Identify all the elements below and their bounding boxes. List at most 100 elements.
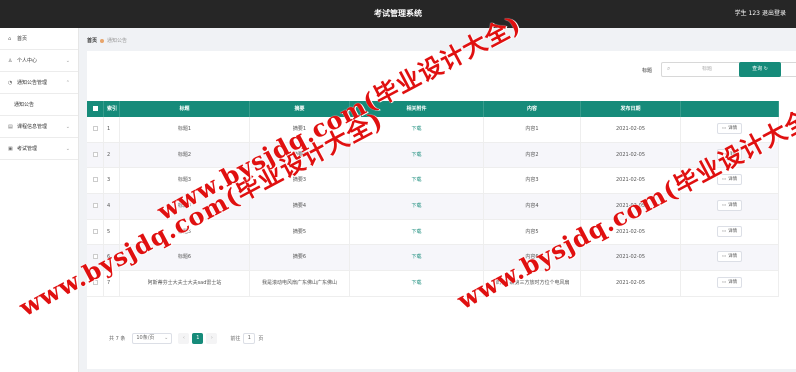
- detail-button-label: 详情: [728, 203, 738, 209]
- detail-button[interactable]: ▭ 详情: [716, 251, 743, 263]
- refresh-icon: ↻: [763, 66, 768, 72]
- row-checkbox-cell: [87, 271, 104, 296]
- cell-index: 5: [104, 219, 120, 245]
- cell-operation: ▭ 详情: [681, 245, 779, 271]
- select-all-checkbox[interactable]: [92, 106, 98, 111]
- col-date: 发布日期: [581, 101, 681, 117]
- cell-summary: 摘要6: [250, 245, 350, 271]
- document-icon: ▭: [721, 177, 727, 183]
- cell-index: 6: [104, 245, 120, 271]
- bell-icon: ◔: [8, 80, 13, 86]
- row-checkbox[interactable]: [92, 177, 98, 183]
- col-content: 内容: [484, 101, 581, 117]
- logout-button[interactable]: 退出登录: [762, 0, 786, 28]
- row-checkbox[interactable]: [92, 151, 98, 157]
- select-all-checkbox-cell: [87, 101, 104, 117]
- cell-operation: ▭ 详情: [681, 194, 779, 219]
- download-link[interactable]: 下载: [411, 280, 421, 286]
- query-button[interactable]: 查询 ↻: [739, 62, 781, 77]
- cell-attachment: 下载: [350, 219, 484, 245]
- detail-button[interactable]: ▭ 详情: [716, 174, 743, 186]
- sidebar-item-label: 课程信息管理: [17, 124, 48, 130]
- download-link[interactable]: 下载: [411, 177, 421, 183]
- download-link[interactable]: 下载: [411, 203, 421, 209]
- sidebar-item-profile[interactable]: ♙ 个人中心 ⌄: [0, 50, 78, 72]
- cell-title: 标题6: [120, 245, 250, 271]
- sidebar-item-label: 首页: [17, 36, 28, 42]
- page-size-select[interactable]: 10条/页 ⌄: [132, 332, 173, 344]
- book-icon: ▤: [8, 124, 13, 130]
- sidebar-item-label: 个人中心: [17, 58, 38, 64]
- row-checkbox[interactable]: [92, 203, 98, 209]
- document-icon: ▭: [721, 254, 727, 260]
- row-checkbox[interactable]: [92, 228, 98, 234]
- search-icon: ⌕: [667, 65, 671, 72]
- breadcrumb-home[interactable]: 首页: [87, 38, 97, 44]
- cell-attachment: 下载: [350, 142, 484, 168]
- col-index: 索引: [104, 101, 120, 117]
- sidebar-item-exam[interactable]: ▣ 考试管理 ⌄: [0, 138, 78, 160]
- download-link[interactable]: 下载: [411, 254, 421, 260]
- total-count: 共 7 条: [109, 335, 126, 342]
- detail-button[interactable]: ▭ 详情: [716, 200, 743, 212]
- detail-button[interactable]: ▭ 详情: [716, 225, 743, 237]
- goto-label: 前往: [230, 335, 241, 342]
- row-checkbox-cell: [87, 142, 104, 168]
- chevron-down-icon: ⌄: [65, 124, 70, 130]
- page-size-value: 10条/页: [136, 334, 155, 341]
- cell-attachment: 下载: [350, 117, 484, 142]
- cell-attachment: 下载: [350, 168, 484, 194]
- cell-summary: 摘要4: [250, 194, 350, 219]
- main-content: 首页 通知公告 标题 ⌕ 查询 ↻ 索引 标题 摘要 相关附件 内容 发布日期 1…: [79, 28, 796, 372]
- sidebar-item-home[interactable]: ⌂ 首页: [0, 28, 78, 50]
- cell-content: 内容3: [484, 168, 581, 194]
- cell-title: 阿斯蒂芬士大夫士大夫sad雷士站: [120, 271, 250, 296]
- prev-page-button[interactable]: ‹: [178, 332, 190, 344]
- next-page-button[interactable]: ›: [206, 332, 218, 344]
- cell-title: 标题4: [120, 194, 250, 219]
- table-row: 6 标题6 摘要6 下载 内容6 2021-02-05 ▭ 详情: [87, 245, 779, 272]
- document-icon: ▭: [721, 203, 727, 209]
- download-link[interactable]: 下载: [411, 152, 421, 158]
- document-icon: ▭: [721, 228, 727, 234]
- goto-page-input[interactable]: 1: [243, 332, 256, 344]
- row-checkbox[interactable]: [92, 254, 98, 260]
- detail-button[interactable]: ▭ 详情: [716, 277, 743, 289]
- col-summary: 摘要: [250, 101, 350, 117]
- cell-index: 1: [104, 117, 120, 142]
- cell-attachment: 下载: [350, 194, 484, 219]
- detail-button-label: 详情: [728, 126, 738, 131]
- col-attachment: 相关附件: [350, 101, 484, 117]
- detail-button[interactable]: ▭ 详情: [716, 123, 743, 134]
- row-checkbox[interactable]: [92, 280, 98, 286]
- chevron-down-icon: ⌄: [65, 58, 70, 64]
- row-checkbox-cell: [87, 168, 104, 194]
- download-link[interactable]: 下载: [411, 126, 421, 132]
- row-checkbox[interactable]: [92, 126, 98, 131]
- cell-date: 2021-02-05: [581, 142, 681, 168]
- detail-button[interactable]: ▭ 详情: [716, 148, 743, 160]
- cell-content: 内容4: [484, 194, 581, 219]
- cell-operation: ▭ 详情: [681, 142, 779, 168]
- breadcrumb-current: 通知公告: [107, 38, 128, 44]
- download-link[interactable]: 下载: [411, 229, 421, 235]
- sidebar-item-notice[interactable]: ◔ 通知公告管理 ⌃: [0, 72, 78, 94]
- top-bar: 考试管理系统 学生 123 退出登录: [0, 0, 796, 28]
- cell-date: 2021-02-05: [581, 194, 681, 219]
- cell-content: 内容6: [484, 245, 581, 271]
- row-checkbox-cell: [87, 245, 104, 271]
- cell-operation: ▭ 详情: [681, 168, 779, 194]
- cell-operation: ▭ 详情: [681, 271, 779, 296]
- row-checkbox-cell: [87, 194, 104, 219]
- app-title: 考试管理系统: [374, 9, 422, 18]
- page-unit-label: 页: [258, 335, 264, 342]
- cell-content: 内容5: [484, 219, 581, 245]
- sidebar-subitem-notice[interactable]: 通知公告: [0, 94, 78, 116]
- cell-date: 2021-02-05: [581, 117, 681, 142]
- page-number-current[interactable]: 1: [192, 332, 204, 344]
- sidebar-item-course[interactable]: ▤ 课程信息管理 ⌄: [0, 116, 78, 138]
- document-icon: ▭: [721, 151, 727, 157]
- detail-button-label: 详情: [728, 228, 738, 234]
- document-icon: ▭: [721, 126, 727, 131]
- cell-summary: 我是滚动电风扇广东佛山广东佛山: [250, 271, 350, 296]
